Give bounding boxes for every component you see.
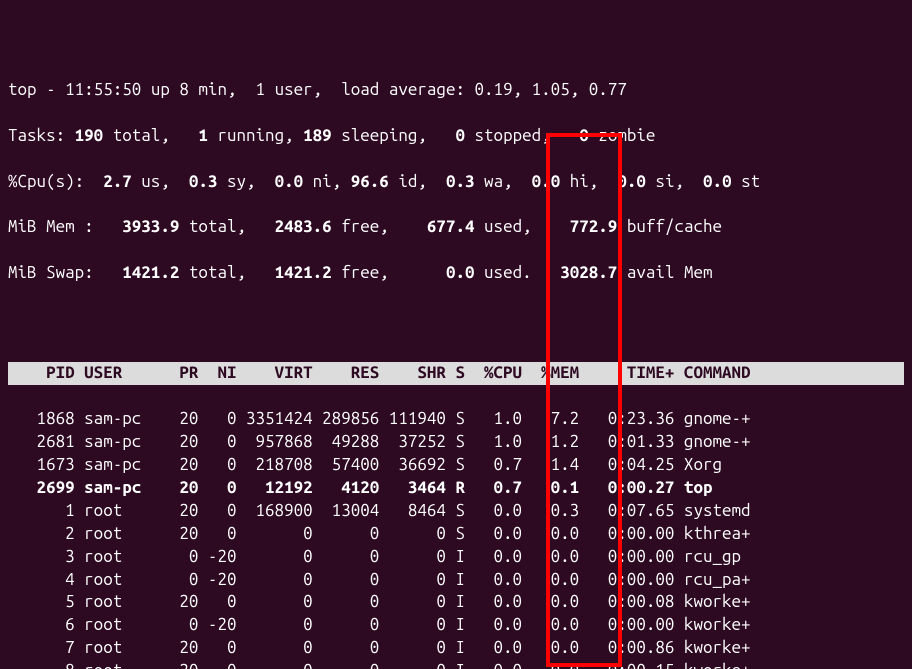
- process-row[interactable]: 7 root 20 0 0 0 0 I 0.0 0.0 0:00.86 kwor…: [8, 637, 904, 660]
- process-row[interactable]: 5 root 20 0 0 0 0 I 0.0 0.0 0:00.08 kwor…: [8, 591, 904, 614]
- process-row[interactable]: 3 root 0 -20 0 0 0 I 0.0 0.0 0:00.00 rcu…: [8, 546, 904, 569]
- summary-line-cpu: %Cpu(s): 2.7 us, 0.3 sy, 0.0 ni, 96.6 id…: [8, 171, 904, 194]
- process-row[interactable]: 4 root 0 -20 0 0 0 I 0.0 0.0 0:00.00 rcu…: [8, 569, 904, 592]
- summary-line-swap: MiB Swap: 1421.2 total, 1421.2 free, 0.0…: [8, 262, 904, 285]
- process-row[interactable]: 1 root 20 0 168900 13004 8464 S 0.0 0.3 …: [8, 500, 904, 523]
- process-table-body: 1868 sam-pc 20 0 3351424 289856 111940 S…: [8, 408, 904, 669]
- process-row[interactable]: 1868 sam-pc 20 0 3351424 289856 111940 S…: [8, 408, 904, 431]
- process-row[interactable]: 1673 sam-pc 20 0 218708 57400 36692 S 0.…: [8, 454, 904, 477]
- process-row[interactable]: 2681 sam-pc 20 0 957868 49288 37252 S 1.…: [8, 431, 904, 454]
- process-table-header[interactable]: PID USER PR NI VIRT RES SHR S %CPU %MEM …: [8, 362, 904, 385]
- summary-line-mem: MiB Mem : 3933.9 total, 2483.6 free, 677…: [8, 216, 904, 239]
- top-summary: top - 11:55:50 up 8 min, 1 user, load av…: [8, 56, 904, 331]
- terminal-window[interactable]: top - 11:55:50 up 8 min, 1 user, load av…: [0, 0, 912, 669]
- process-row[interactable]: 2699 sam-pc 20 0 12192 4120 3464 R 0.7 0…: [8, 477, 904, 500]
- summary-line-time: top - 11:55:50 up 8 min, 1 user, load av…: [8, 79, 904, 102]
- summary-line-tasks: Tasks: 190 total, 1 running, 189 sleepin…: [8, 125, 904, 148]
- process-row[interactable]: 8 root 20 0 0 0 0 I 0.0 0.0 0:00.15 kwor…: [8, 660, 904, 669]
- process-row[interactable]: 6 root 0 -20 0 0 0 I 0.0 0.0 0:00.00 kwo…: [8, 614, 904, 637]
- process-row[interactable]: 2 root 20 0 0 0 0 S 0.0 0.0 0:00.00 kthr…: [8, 523, 904, 546]
